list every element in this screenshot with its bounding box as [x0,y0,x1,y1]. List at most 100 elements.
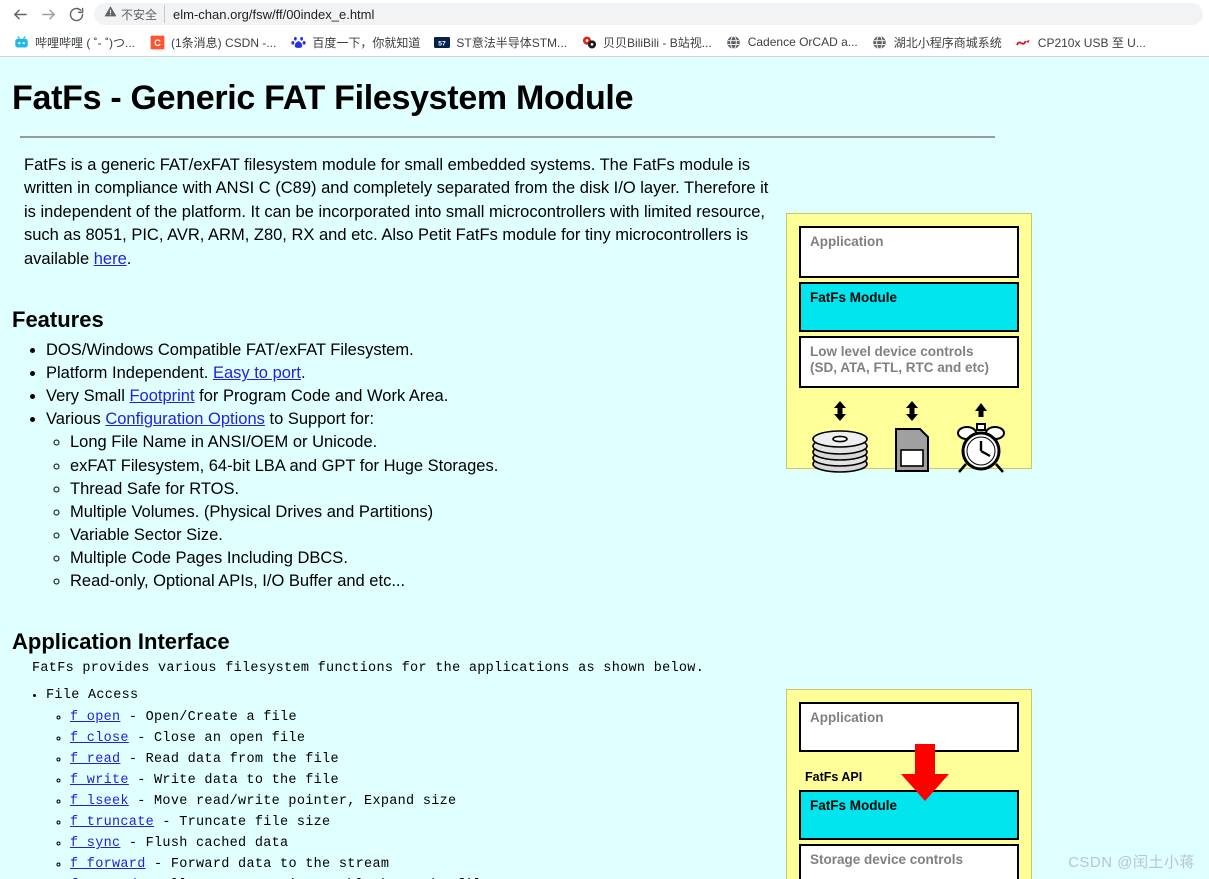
low-level-line-2: (SD, ATA, FTL, RTC and etc) [810,360,989,376]
bookmark-label: 哔哩哔哩 ( ˚- ˚)つ... [35,35,135,50]
intro-text: FatFs is a generic FAT/exFAT filesystem … [24,156,769,268]
intro-paragraph: FatFs is a generic FAT/exFAT filesystem … [24,154,784,271]
bookmarks-bar: 哔哩哔哩 ( ˚- ˚)つ... C (1条消息) CSDN -... 百度一下… [0,28,1209,56]
security-label: 不安全 [121,7,158,22]
bookmark-label: 百度一下，你就知道 [312,35,421,50]
reload-button[interactable] [62,1,90,27]
bookmark-cp210x[interactable]: CP210x USB 至 U... [1009,31,1153,53]
api-desc: - Read data from the file [120,752,339,768]
disk-stack-device [810,401,870,474]
bookmark-label: 湖北小程序商城系统 [893,35,1002,50]
intro-text-tail: . [126,249,132,268]
warning-triangle-icon [104,5,117,23]
list-item: Read-only, Optional APIs, I/O Buffer and… [70,570,1197,593]
csdn-icon: C [149,34,165,50]
alarm-clock-icon [956,423,1005,473]
f-open-link[interactable]: f_open [70,710,120,725]
page-title: FatFs - Generic FAT Filesystem Module [12,79,634,117]
security-status[interactable]: 不安全 [104,5,166,23]
bookmark-hubei-mall[interactable]: 湖北小程序商城系统 [865,31,1009,53]
api-desc: - Write data to the file [128,773,339,789]
f-read-link[interactable]: f_read [70,752,120,767]
api-desc: - Truncate file size [154,815,331,831]
diagram1-fatfs-module-box: FatFs Module [799,282,1019,332]
beibei-icon [581,34,597,50]
feature-text: Various [46,410,106,429]
api-desc: - Open/Create a file [120,710,297,726]
bookmark-st[interactable]: 57 ST意法半导体STM... [427,31,574,53]
diagram1-low-level-box: Low level device controls (SD, ATA, FTL,… [799,336,1019,388]
address-bar[interactable]: 不安全 elm-chan.org/fsw/ff/00index_e.html [94,3,1203,25]
f-close-link[interactable]: f_close [70,731,129,746]
list-item: Multiple Volumes. (Physical Drives and P… [70,501,1197,524]
feature-text: DOS/Windows Compatible FAT/exFAT Filesys… [46,341,414,360]
red-down-arrow-icon [901,744,949,801]
globe-icon [726,34,742,50]
up-down-arrow-icon [834,401,847,421]
here-link[interactable]: here [94,250,127,268]
bookmark-label: ST意法半导体STM... [456,35,568,50]
feature-text-tail: for Program Code and Work Area. [194,387,449,406]
api-group-label: File Access [46,688,139,704]
silabs-icon [1016,34,1032,50]
globe-icon [872,34,888,50]
csdn-watermark: CSDN @闰土小蒋 [1068,854,1195,871]
memory-card-device [893,401,931,474]
bookmark-label: (1条消息) CSDN -... [171,35,277,50]
diagram1-application-box: Application [799,226,1019,278]
forward-arrow-icon [40,6,57,23]
feature-text: Platform Independent. [46,364,213,383]
url-text: elm-chan.org/fsw/ff/00index_e.html [173,6,375,22]
bookmark-bilibili[interactable]: 哔哩哔哩 ( ˚- ˚)つ... [6,31,142,53]
architecture-diagram-api: Application FatFs API FatFs Module Stora… [786,689,1032,879]
diagram2-storage-controls-box: Storage device controls [799,844,1019,879]
bookmark-cadence-orcad[interactable]: Cadence OrCAD a... [719,31,865,53]
low-level-line-1: Low level device controls [810,344,974,359]
bilibili-icon [13,34,29,50]
svg-text:57: 57 [439,40,447,47]
title-divider [20,136,995,138]
fatfs-api-label: FatFs API [805,770,863,784]
back-button[interactable] [6,1,34,27]
bookmark-beibei-bilibili[interactable]: 贝贝BiliBili - B站视... [574,31,719,53]
bookmark-label: 贝贝BiliBili - B站视... [603,35,712,50]
st-icon: 57 [434,34,451,50]
diagram1-device-icons [799,396,1019,474]
reload-icon [68,6,85,23]
page-viewport: FatFs - Generic FAT Filesystem Module Fa… [0,57,1209,879]
bookmark-csdn[interactable]: C (1条消息) CSDN -... [142,31,283,53]
disk-stack-icon [812,430,869,473]
f-lseek-link[interactable]: f_lseek [70,794,129,809]
architecture-diagram-layers: Application FatFs Module Low level devic… [786,213,1032,473]
api-desc: - Move read/write pointer, Expand size [128,794,457,810]
application-interface-heading: Application Interface [12,629,230,655]
easy-to-port-link[interactable]: Easy to port [213,364,301,382]
f-truncate-link[interactable]: f_truncate [70,815,154,830]
feature-text-tail: to Support for: [264,410,375,429]
forward-button[interactable] [34,1,62,27]
browser-toolbar: 不安全 elm-chan.org/fsw/ff/00index_e.html [0,0,1209,28]
feature-text-tail: . [301,364,306,383]
bookmark-label: Cadence OrCAD a... [747,35,858,49]
api-desc: - Forward data to the stream [145,857,390,873]
f-forward-link[interactable]: f_forward [70,857,146,872]
f-write-link[interactable]: f_write [70,773,129,788]
browser-chrome: 不安全 elm-chan.org/fsw/ff/00index_e.html 哔… [0,0,1209,57]
f-sync-link[interactable]: f_sync [70,836,120,851]
list-item: Multiple Code Pages Including DBCS. [70,547,1197,570]
configuration-options-link[interactable]: Configuration Options [105,410,265,428]
bookmark-baidu[interactable]: 百度一下，你就知道 [283,31,427,53]
feature-text: Very Small [46,387,130,406]
up-arrow-icon [974,403,987,417]
footprint-link[interactable]: Footprint [129,387,194,405]
svg-text:C: C [154,37,161,47]
baidu-icon [290,34,306,50]
list-item: Thread Safe for RTOS. [70,478,1197,501]
bookmark-label: CP210x USB 至 U... [1037,35,1146,50]
rtc-device [954,403,1008,474]
api-desc: - Close an open file [128,731,306,747]
list-item: Variable Sector Size. [70,524,1197,547]
memory-card-icon [894,428,929,472]
api-desc: - Flush cached data [120,836,289,852]
back-arrow-icon [12,6,29,23]
